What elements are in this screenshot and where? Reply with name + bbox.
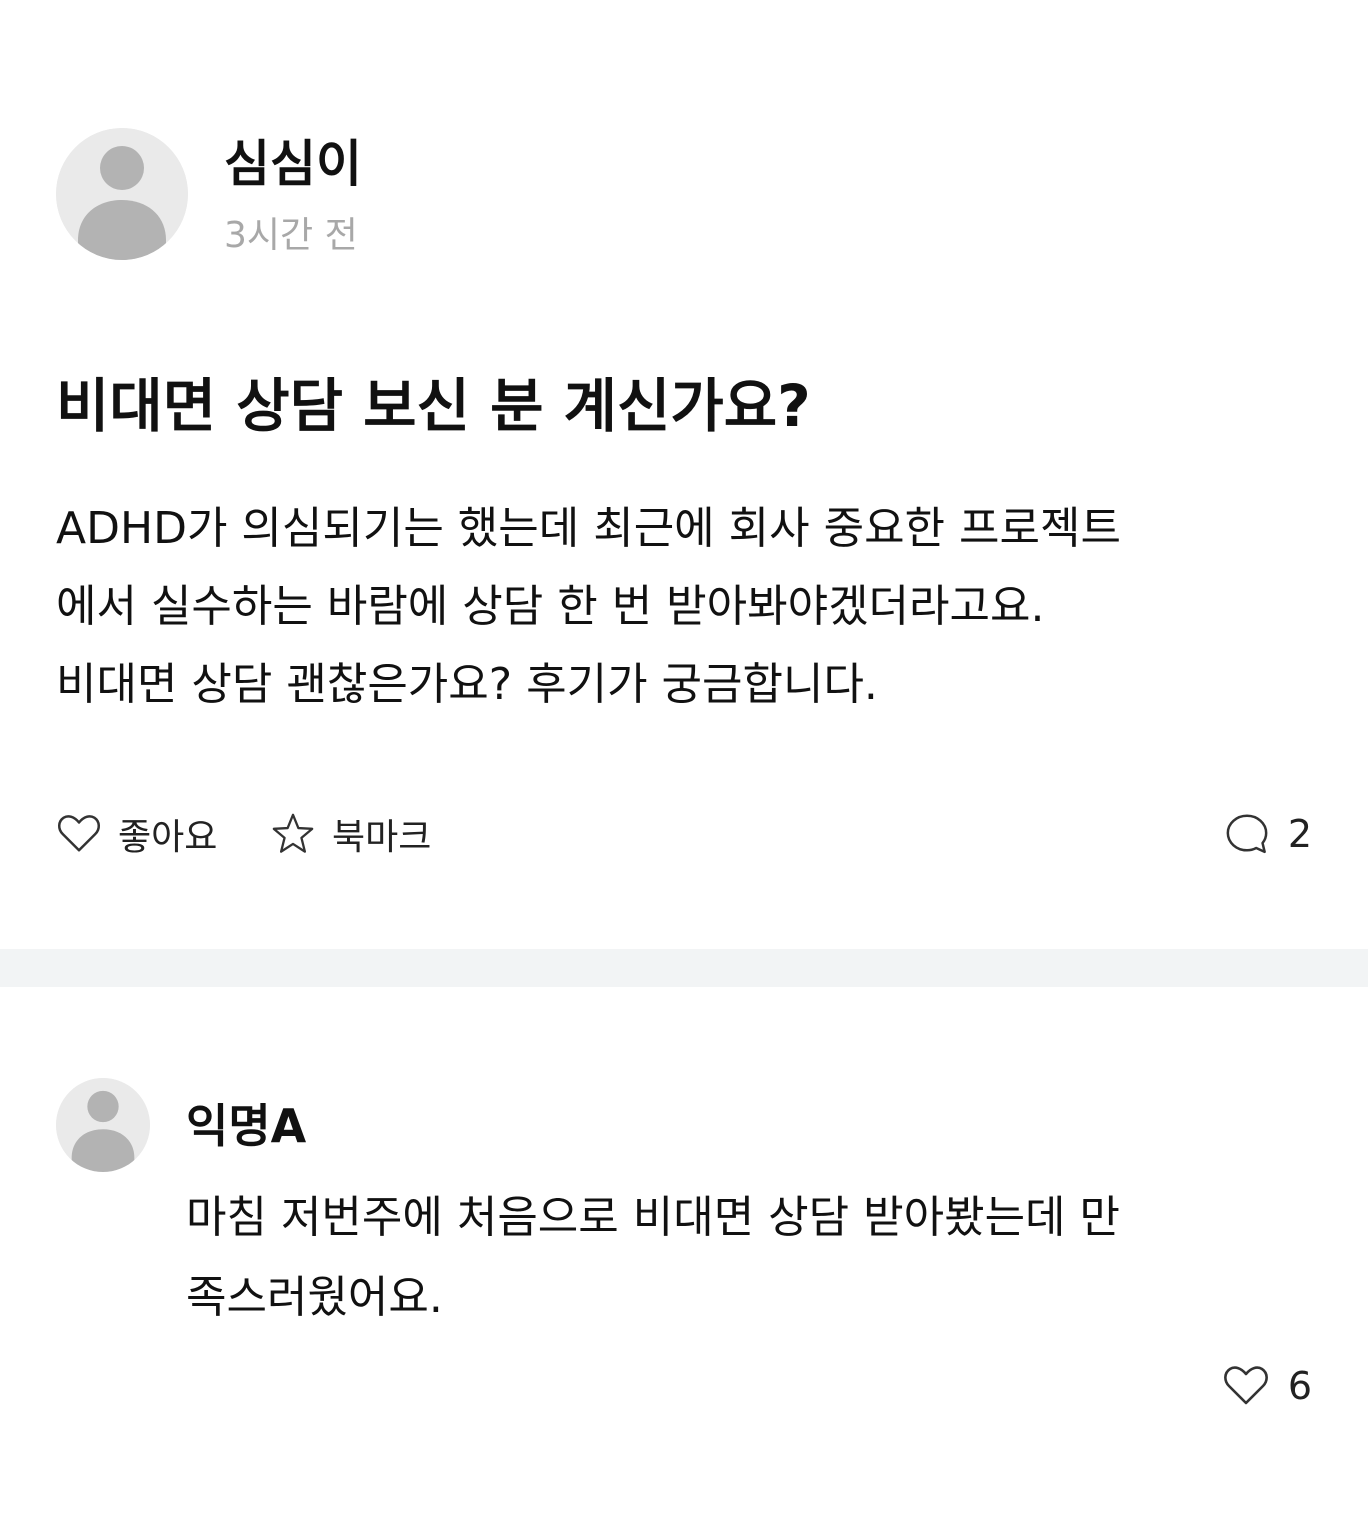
star-icon xyxy=(270,811,316,857)
like-label: 좋아요 xyxy=(118,817,218,858)
comment-like-button[interactable]: 6 xyxy=(1222,1359,1312,1413)
post-card: 심심이 3시간 전 비대면 상담 보신 분 계신가요? ADHD가 의심되기는 … xyxy=(0,0,1368,948)
comment-count: 2 xyxy=(1287,812,1312,856)
comment-like-count: 6 xyxy=(1287,1364,1312,1408)
comment-item: 익명A 마침 저번주에 처음으로 비대면 상담 받아봤는데 만 족스러웠어요. … xyxy=(0,987,1368,1532)
post-body-line: 비대면 상담 괜찮은가요? 후기가 궁금합니다. xyxy=(56,659,878,710)
post-timestamp: 3시간 전 xyxy=(224,215,358,256)
bookmark-button[interactable]: 북마크 xyxy=(270,806,431,862)
speech-bubble-icon xyxy=(1224,811,1270,857)
heart-icon xyxy=(56,811,102,857)
post-body: ADHD가 의심되기는 했는데 최근에 회사 중요한 프로젝트 에서 실수하는 … xyxy=(56,490,1312,724)
comment-body: 마침 저번주에 처음으로 비대면 상담 받아봤는데 만 족스러웠어요. xyxy=(186,1178,1316,1338)
author-name[interactable]: 심심이 xyxy=(224,132,362,196)
comment-body-line: 족스러웠어요. xyxy=(186,1272,443,1323)
comment-body-line: 마침 저번주에 처음으로 비대면 상담 받아봤는데 만 xyxy=(186,1192,1120,1243)
post-body-line: 에서 실수하는 바람에 상담 한 번 받아봐야겠더라고요. xyxy=(56,581,1045,632)
comments-button[interactable]: 2 xyxy=(1224,806,1312,862)
post-actions: 좋아요 북마크 2 xyxy=(56,806,1312,862)
bookmark-label: 북마크 xyxy=(332,817,432,858)
comment-author-avatar[interactable] xyxy=(56,1078,150,1172)
post-body-line: ADHD가 의심되기는 했는데 최근에 회사 중요한 프로젝트 xyxy=(56,503,1121,554)
comment-author-name[interactable]: 익명A xyxy=(186,1094,306,1158)
post-title: 비대면 상담 보신 분 계신가요? xyxy=(56,372,811,440)
user-avatar-icon xyxy=(56,1078,150,1172)
like-button[interactable]: 좋아요 xyxy=(56,806,217,862)
user-avatar-icon xyxy=(56,128,188,260)
section-divider xyxy=(0,949,1368,987)
author-avatar[interactable] xyxy=(56,128,188,260)
heart-icon xyxy=(1222,1362,1270,1410)
